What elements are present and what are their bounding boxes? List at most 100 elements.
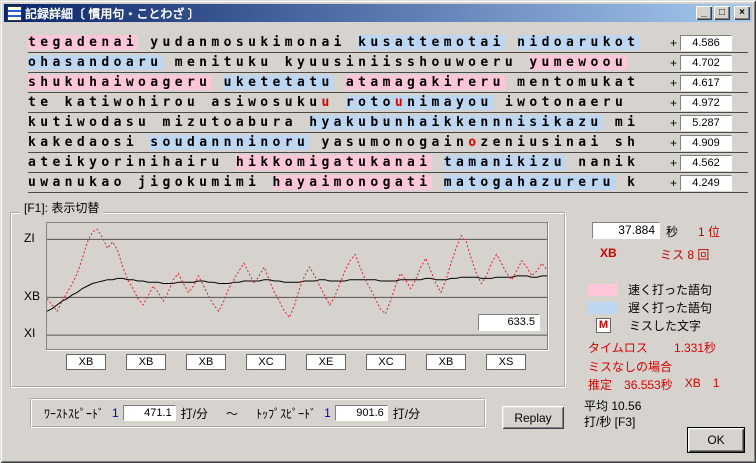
typed-segment: [432, 175, 444, 190]
typed-segment-fast: tegadenai: [28, 35, 139, 50]
speed-graph: [46, 222, 548, 350]
typed-segment-slow: nidoarukot: [517, 35, 640, 50]
legend-miss-label: ミスした文字: [629, 319, 702, 333]
replay-button[interactable]: Replay: [502, 406, 564, 429]
titlebar: 記録詳細〔 慣用句・ことわざ 〕 _ □ ×: [4, 4, 752, 22]
typed-segment-slow: matogahazureru: [443, 175, 615, 190]
typing-result-row: uwanukao jigokumimi hayaimonogati matoga…: [28, 173, 748, 193]
no-miss-label: ミスなしの場合: [588, 360, 673, 374]
y-axis-label-xi: XI: [24, 326, 36, 340]
typing-result-row: tegadenai yudanmosukimonai kusattemotai …: [28, 33, 748, 53]
typing-result-row: kakedaosi soudannninoru yasumonogainozen…: [28, 133, 748, 153]
lap-grade-row: XB XB XB XC XE XC XB XS: [46, 354, 546, 370]
typed-segment-miss: u: [321, 95, 334, 110]
lap-plus-sign: +: [669, 95, 677, 110]
typed-segment: kakedaosi: [28, 135, 151, 150]
top-speed-box: 901.6: [334, 405, 388, 421]
typed-segment-slow: soudannninoru: [150, 135, 310, 150]
lap-plus-sign: +: [669, 35, 677, 50]
typing-result-row: shukuhaiwoageru uketetatu atamagakireru …: [28, 73, 748, 93]
rank-label: 1 位: [698, 225, 721, 239]
legend-fast-label: 速く打った語句: [628, 283, 713, 297]
app-icon: [7, 5, 22, 21]
timeloss-label: タイムロス: [588, 341, 648, 355]
slow-swatch: [588, 301, 618, 314]
typed-text: te katiwohirou asiwosukuu rotounimayou i…: [28, 95, 670, 110]
typed-text: kakedaosi soudannninoru yasumonogainozen…: [28, 135, 670, 150]
typed-segment-slow: uketetatu: [223, 75, 334, 90]
worst-speed-rank: 1: [112, 406, 119, 420]
typed-segment: iwotonaeru: [492, 95, 628, 110]
lap-time-box: 4.702: [680, 54, 732, 71]
typed-segment-fast: hayaimonogati: [272, 175, 432, 190]
y-axis-label-zi: ZI: [24, 231, 35, 245]
top-speed-label: ﾄｯﾌﾟｽﾋﾟｰﾄﾞ: [256, 406, 317, 421]
miss-mark-box: M: [596, 318, 611, 333]
typed-text: tegadenai yudanmosukimonai kusattemotai …: [28, 35, 670, 50]
range-tilde: ～: [226, 406, 239, 421]
typed-segment-slow: nimayou: [407, 95, 493, 110]
typed-segment: [334, 75, 346, 90]
typed-segment: te katiwohirou asiwosuku: [28, 95, 322, 110]
timeloss-row: タイムロス 1.331秒: [588, 339, 716, 356]
typed-segment-fast: atamagakireru: [345, 75, 505, 90]
typed-segment: uwanukao jigokumimi: [28, 175, 273, 190]
worst-speed-box: 471.1: [122, 405, 176, 421]
lap-grade-box: XS: [486, 354, 526, 370]
top-speed-unit: 打/分: [392, 406, 421, 421]
record-detail-window: 記録詳細〔 慣用句・ことわざ 〕 _ □ × tegadenai yudanmo…: [0, 0, 756, 463]
estimate-value: 36.553秒: [624, 378, 673, 392]
lap-time-box: 4.586: [680, 34, 732, 51]
typed-text: shukuhaiwoageru uketetatu atamagakireru …: [28, 75, 670, 90]
legend-fast: 速く打った語句: [588, 282, 712, 297]
typed-segment: nanik: [566, 155, 640, 170]
legend-slow: 遅く打った語句: [588, 300, 712, 315]
typed-segment: mi: [602, 115, 640, 130]
typed-segment-fast: hikkomigatukanai: [235, 155, 432, 170]
typed-segment: yasumonogain: [309, 135, 469, 150]
typed-segment-miss: o: [468, 135, 481, 150]
timeloss-value: 1.331秒: [673, 341, 716, 355]
lap-grade-box: XB: [126, 354, 166, 370]
lap-plus-sign: +: [669, 175, 677, 190]
total-time-box: 37.884: [592, 222, 660, 239]
typed-segment: [432, 155, 444, 170]
lap-plus-sign: +: [669, 135, 677, 150]
lap-plus-sign: +: [669, 55, 677, 70]
typed-text: ateikyorinihairu hikkomigatukanai tamani…: [28, 155, 670, 170]
typing-result-row: ohasandoaru menituku kyuusiniisshouwoeru…: [28, 53, 748, 73]
typed-segment-slow: roto: [345, 95, 395, 110]
typed-segment: kutiwodasu mizutoabura: [28, 115, 310, 130]
lap-time-box: 4.617: [680, 74, 732, 91]
minimize-button[interactable]: _: [696, 6, 712, 20]
typed-text: kutiwodasu mizutoabura hyakubunhaikkennn…: [28, 115, 670, 130]
legend-slow-label: 遅く打った語句: [628, 301, 713, 315]
maximize-button[interactable]: □: [714, 6, 730, 20]
lap-plus-sign: +: [669, 75, 677, 90]
estimate-row: 推定 36.553秒 XB 1: [588, 376, 731, 393]
typing-result-row: te katiwohirou asiwosukuu rotounimayou i…: [28, 93, 748, 113]
typed-segment: k: [614, 175, 640, 190]
seconds-label: 秒: [666, 225, 679, 239]
typed-text: ohasandoaru menituku kyuusiniisshouwoeru…: [28, 55, 670, 70]
worst-speed-unit: 打/分: [180, 406, 209, 421]
estimate-label: 推定: [588, 378, 613, 392]
typed-segment: menituku kyuusiniisshouwoeru: [162, 55, 530, 70]
typed-segment: [211, 75, 223, 90]
lap-time-box: 4.249: [680, 174, 732, 191]
lap-time-box: 4.562: [680, 154, 732, 171]
lap-plus-sign: +: [669, 155, 677, 170]
close-button[interactable]: ×: [734, 6, 750, 20]
lap-grade-box: XB: [186, 354, 226, 370]
typed-segment: ateikyorinihairu: [28, 155, 236, 170]
typed-segment: yudanmosukimonai: [138, 35, 359, 50]
fast-swatch: [588, 283, 618, 296]
lap-time-box: 4.909: [680, 134, 732, 151]
typed-segment-slow-miss: u: [394, 95, 408, 110]
window-title: 記録詳細〔 慣用句・ことわざ 〕: [25, 6, 200, 21]
y-axis-label-xb: XB: [24, 289, 41, 303]
estimate-grade: XB: [684, 376, 701, 390]
average-speed-line2: 打/秒 [F3]: [584, 415, 636, 429]
typed-segment-slow: kusattemotai: [358, 35, 505, 50]
ok-button[interactable]: OK: [687, 427, 745, 453]
